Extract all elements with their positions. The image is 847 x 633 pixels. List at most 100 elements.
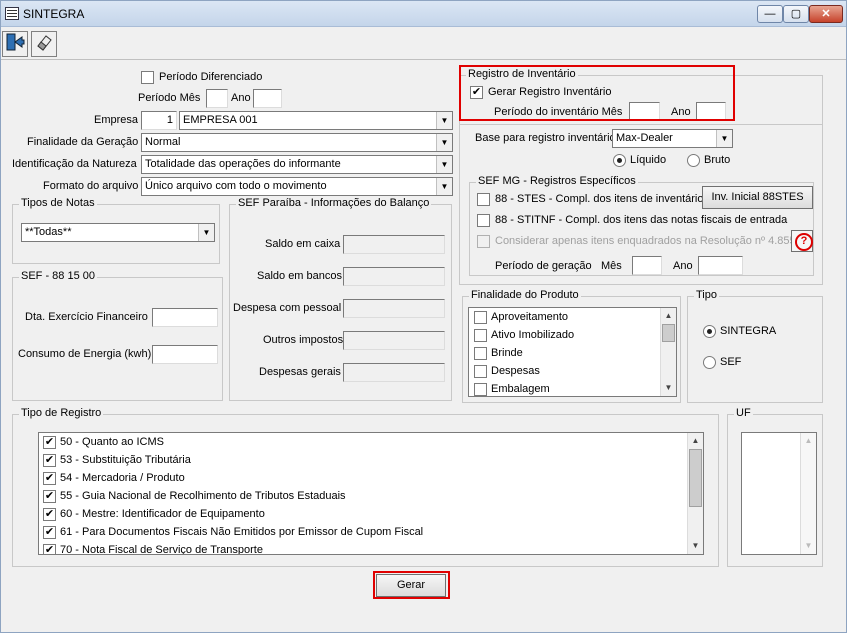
chevron-down-icon: ▼ [436,134,452,151]
despesa-pessoal-label: Despesa com pessoal [233,302,342,314]
empresa-select-value: EMPRESA 001 [183,114,258,126]
sef-88-group: SEF - 88 15 00 Dta. Exercício Financeiro… [12,270,223,401]
list-item-checkbox[interactable] [474,329,487,342]
close-button[interactable]: ✕ [809,5,843,23]
stitnf-checkbox[interactable] [477,214,490,227]
finalidade-produto-list[interactable]: Aproveitamento Ativo Imobilizado Brinde … [468,307,677,397]
maximize-button[interactable]: ▢ [783,5,809,23]
tipos-notas-select[interactable]: **Todas** ▼ [21,223,215,242]
sintegra-label: SINTEGRA [720,325,777,337]
resolucao-checkbox[interactable] [477,235,490,248]
list-item-checkbox[interactable]: ✔ [43,436,56,449]
scroll-thumb[interactable] [689,449,702,507]
tipo-registro-group: Tipo de Registro ✔ 50 - Quanto ao ICMS ✔ 5… [12,407,719,567]
base-inventario-select[interactable]: Max-Dealer ▼ [612,129,733,148]
finalidade-geracao-value: Normal [145,136,181,148]
chevron-down-icon: ▼ [436,156,452,173]
chevron-down-icon: ▼ [198,224,214,241]
formato-label: Formato do arquivo [43,180,139,192]
scroll-thumb[interactable] [662,324,675,342]
periodo-mes-label: Período Mês [138,92,201,104]
exit-door-icon[interactable] [2,31,28,57]
eraser-icon[interactable] [31,31,57,57]
uf-title: UF [734,407,753,419]
energia-input[interactable] [152,345,218,364]
tipo-registro-list[interactable]: ✔ 50 - Quanto ao ICMS ✔ 53 - Substituição … [38,432,704,555]
saldo-caixa-input[interactable] [343,235,445,254]
app-icon [5,7,19,20]
list-item-label: 53 - Substituição Tributária [60,454,191,466]
outros-impostos-input[interactable] [343,331,445,350]
help-icon[interactable] [791,230,813,252]
paraiba-group: SEF Paraíba - Informações do Balanço Sal… [229,197,452,401]
saldo-bancos-input[interactable] [343,267,445,286]
scroll-up-icon[interactable]: ▲ [661,308,676,324]
finalidade-produto-group: Finalidade do Produto Aproveitamento Ati… [462,289,681,403]
finalidade-geracao-select[interactable]: Normal ▼ [141,133,453,152]
scroll-down-icon[interactable]: ▼ [801,538,816,554]
list-item-checkbox[interactable]: ✔ [43,508,56,521]
exercicio-label: Dta. Exercício Financeiro [25,311,148,323]
sef-mg-title: SEF MG - Registros Específicos [476,175,638,187]
uf-scrollbar[interactable]: ▲ ▼ [800,433,816,554]
periodo-geracao-ano-label: Ano [673,260,693,272]
list-item-label: 61 - Para Documentos Fiscais Não Emitido… [60,526,424,538]
list-item-checkbox[interactable]: ✔ [43,454,56,467]
uf-group: UF ▲ ▼ [727,407,823,567]
natureza-value: Totalidade das operações do informante [145,158,341,170]
highlight-gerar [373,571,450,599]
periodo-mes-input[interactable] [206,89,228,108]
list-item-checkbox[interactable] [474,383,487,396]
base-inventario-label: Base para registro inventário [475,132,616,144]
chevron-down-icon: ▼ [436,112,452,129]
despesa-pessoal-input[interactable] [343,299,445,318]
sintegra-window: SINTEGRA — ▢ ✕ Período Diferenciado Perí… [0,0,847,633]
liquido-radio[interactable] [613,154,626,167]
despesas-gerais-input[interactable] [343,363,445,382]
sintegra-radio[interactable] [703,325,716,338]
periodo-geracao-mes-input[interactable] [632,256,662,275]
bruto-radio[interactable] [687,154,700,167]
scroll-down-icon[interactable]: ▼ [661,380,676,396]
list-item-label: Despesas [491,365,540,377]
natureza-select[interactable]: Totalidade das operações do informante ▼ [141,155,453,174]
formato-select[interactable]: Único arquivo com todo o movimento ▼ [141,177,453,196]
list-item-checkbox[interactable] [474,365,487,378]
minimize-button[interactable]: — [757,5,783,23]
list-item-checkbox[interactable] [474,347,487,360]
list-item-label: 50 - Quanto ao ICMS [60,436,164,448]
scroll-up-icon[interactable]: ▲ [688,433,703,449]
uf-list[interactable]: ▲ ▼ [741,432,817,555]
chevron-down-icon: ▼ [716,130,732,147]
empresa-select[interactable]: EMPRESA 001 ▼ [179,111,453,130]
stes-checkbox[interactable] [477,193,490,206]
periodo-diferenciado-label: Período Diferenciado [159,71,263,83]
list-item-checkbox[interactable]: ✔ [43,544,56,554]
list-item-checkbox[interactable] [474,311,487,324]
inv-inicial-88stes-button[interactable]: Inv. Inicial 88STES [702,186,813,209]
list-item-checkbox[interactable]: ✔ [43,472,56,485]
sef-mg-group: SEF MG - Registros Específicos 88 - STES… [469,175,814,276]
sef-label: SEF [720,356,742,368]
periodo-diferenciado-checkbox[interactable] [141,71,154,84]
empresa-code-input[interactable]: 1 [141,111,177,130]
natureza-label: Identificação da Natureza [12,158,137,170]
exercicio-input[interactable] [152,308,218,327]
finalidade-produto-scrollbar[interactable]: ▲ ▼ [660,308,676,396]
scroll-down-icon[interactable]: ▼ [688,538,703,554]
sef-radio[interactable] [703,356,716,369]
scroll-up-icon[interactable]: ▲ [801,433,816,449]
tipos-notas-group: Tipos de Notas **Todas** ▼ [12,197,220,264]
list-item-label: Aproveitamento [491,311,569,323]
list-item-checkbox[interactable]: ✔ [43,526,56,539]
sef-88-title: SEF - 88 15 00 [19,270,97,282]
tipo-title: Tipo [694,289,719,301]
bruto-label: Bruto [704,154,731,166]
list-item-checkbox[interactable]: ✔ [43,490,56,503]
periodo-ano-input[interactable] [253,89,282,108]
resolucao-label: Considerar apenas itens enquadrados na R… [495,235,796,247]
tipos-notas-title: Tipos de Notas [19,197,97,209]
periodo-geracao-ano-input[interactable] [698,256,743,275]
tipo-registro-scrollbar[interactable]: ▲ ▼ [687,433,703,554]
periodo-ano-label: Ano [231,92,251,104]
